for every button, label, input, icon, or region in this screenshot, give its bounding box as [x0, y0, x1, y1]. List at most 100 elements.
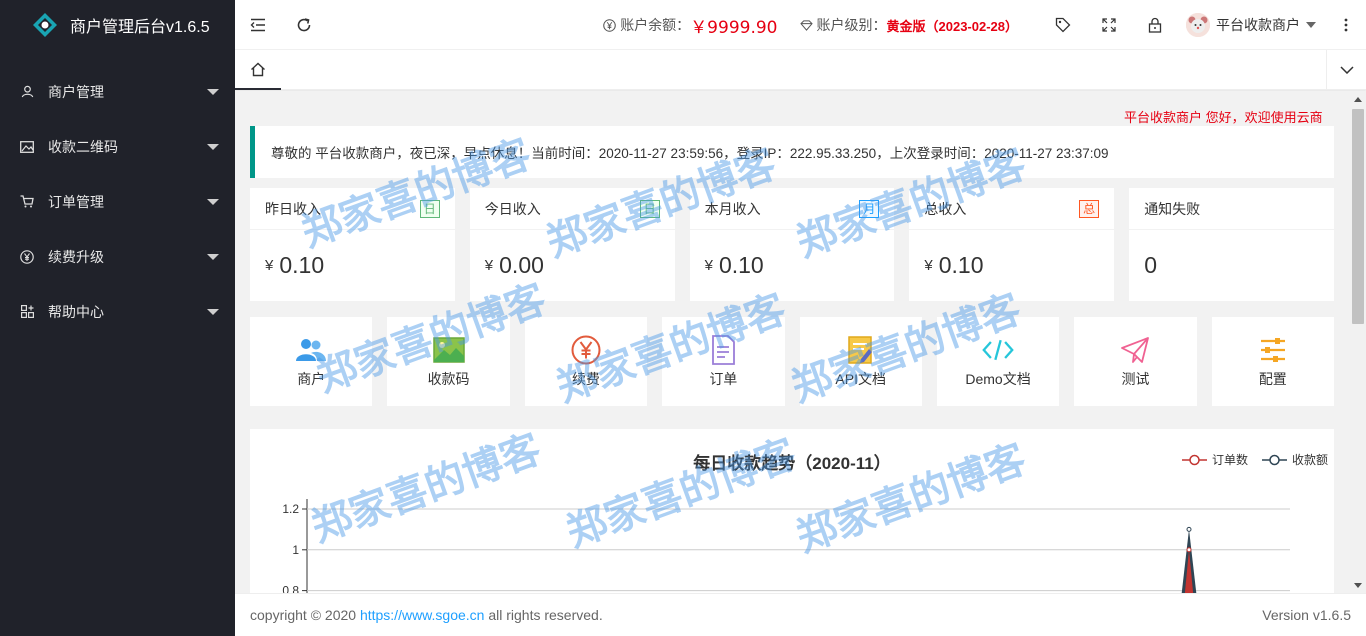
stat-card-total: 总收入 总 ¥0.10: [909, 188, 1115, 301]
legend-label: 收款额: [1291, 453, 1328, 467]
shortcut-qrcode[interactable]: 收款码: [387, 317, 510, 406]
sidebar-item-renew[interactable]: 续费升级: [0, 229, 235, 284]
shortcut-label: Demo文档: [965, 370, 1031, 387]
shortcut-settings[interactable]: 配置: [1211, 317, 1334, 406]
refresh-icon: [297, 17, 311, 31]
tab-bar: [235, 50, 1366, 90]
logo-icon: [32, 12, 58, 38]
shortcut-api-docs[interactable]: API文档: [799, 317, 922, 406]
sidebar-item-label: 订单管理: [48, 193, 104, 210]
account-balance: 账户余额： ￥9999.90: [603, 13, 778, 38]
fullscreen-icon: [1102, 18, 1116, 32]
chevron-down-icon: [207, 253, 219, 260]
user-icon: [20, 85, 34, 99]
cart-icon: [20, 195, 34, 209]
stat-label: 总收入: [924, 200, 967, 217]
stat-label: 通知失败: [1144, 200, 1201, 217]
document-icon: [707, 334, 739, 365]
currency-symbol: ¥: [704, 256, 713, 274]
account-level: 账户级别： 黄金版（2023-02-28）: [799, 15, 1019, 35]
legend-line-marker: [1261, 454, 1287, 465]
chevron-down-icon: [207, 88, 219, 95]
caret-down-icon: [1306, 22, 1316, 28]
copyright: copyright © 2020 https://www.sgoe.cn all…: [250, 607, 603, 623]
shortcut-label: 续费: [571, 370, 600, 387]
shortcut-orders[interactable]: 订单: [662, 317, 785, 406]
stat-badge: 日: [419, 199, 440, 218]
user-menu[interactable]: 平台收款商户: [1178, 13, 1326, 37]
vertical-scrollbar[interactable]: [1350, 91, 1366, 593]
shortcut-renew[interactable]: 续费: [524, 317, 648, 406]
legend-item-orders[interactable]: 订单数: [1181, 451, 1248, 468]
user-name: 平台收款商户: [1216, 17, 1300, 33]
chevron-down-icon: [207, 198, 219, 205]
shortcut-demo-docs[interactable]: Demo文档: [936, 317, 1060, 406]
scroll-thumb[interactable]: [1352, 109, 1364, 324]
legend-item-amount[interactable]: 收款额: [1261, 451, 1328, 468]
shortcut-test[interactable]: 测试: [1074, 317, 1197, 406]
stat-label: 昨日收入: [265, 200, 321, 217]
sidebar-menu: 商户管理 收款二维码 订单管理 续费升级 帮助中心: [0, 64, 235, 339]
welcome-notice: 尊敬的 平台收款商户，夜已深，早点休息！当前时间：2020-11-27 23:5…: [250, 126, 1334, 178]
chevron-down-icon: [207, 308, 219, 315]
users-icon: [295, 335, 327, 365]
refresh-button[interactable]: [281, 0, 327, 50]
yen-circle-icon: [570, 335, 602, 365]
more-options-button[interactable]: [1326, 0, 1366, 50]
level-label: 账户级别：: [816, 17, 887, 33]
tag-icon: [1055, 17, 1071, 33]
chart-title: 每日收款趋势（2020-11）: [693, 454, 891, 473]
shortcut-row: 商户 收款码 续费 订单 API文档 Demo文档 测试 配置: [250, 317, 1334, 406]
fullscreen-button[interactable]: [1086, 0, 1132, 50]
stat-badge: 总: [1079, 199, 1100, 218]
shortcut-label: 订单: [709, 370, 738, 387]
sidebar-item-label: 收款二维码: [48, 138, 118, 155]
sidebar-toggle-button[interactable]: [235, 0, 281, 50]
shortcut-merchant[interactable]: 商户: [250, 317, 373, 406]
balance-label: 账户余额：: [620, 17, 691, 33]
scroll-up-icon[interactable]: [1350, 91, 1366, 107]
tab-options-button[interactable]: [1326, 50, 1366, 90]
lock-icon: [1148, 17, 1162, 33]
stat-value: 0: [1144, 251, 1157, 278]
sidebar-item-label: 商户管理: [48, 83, 104, 100]
sidebar: 商户管理后台v1.6.5 商户管理 收款二维码 订单管理 续费升级 帮助中心: [0, 0, 235, 636]
tag-button[interactable]: [1040, 0, 1086, 50]
top-header: 账户余额： ￥9999.90 账户级别： 黄金版（2023-02-28） 平台收…: [235, 0, 1366, 50]
legend-label: 订单数: [1211, 453, 1248, 467]
sidebar-item-orders[interactable]: 订单管理: [0, 174, 235, 229]
yen-circle-icon: [20, 249, 34, 264]
menu-fold-icon: [250, 18, 265, 31]
trend-chart-card: 1.2 1 0.8 每日收款趋势（2020-11） 订单数 收款额: [250, 429, 1334, 593]
code-icon: [982, 335, 1014, 365]
tab-home[interactable]: [235, 50, 281, 90]
chevron-down-icon: [207, 143, 219, 150]
chevron-down-icon: [1339, 66, 1354, 74]
stat-value: 0.10: [938, 251, 984, 278]
level-value: 黄金版（2023-02-28）: [886, 18, 1019, 34]
diamond-icon: [799, 19, 813, 31]
balance-value: ￥9999.90: [690, 17, 778, 38]
stat-badge: 日: [639, 199, 660, 218]
stat-value: 0.00: [499, 251, 544, 278]
apps-icon: [20, 305, 34, 319]
sidebar-item-qrcode[interactable]: 收款二维码: [0, 119, 235, 174]
shortcut-label: 测试: [1121, 370, 1150, 387]
sliders-icon: [1257, 335, 1289, 365]
site-link[interactable]: https://www.sgoe.cn: [360, 607, 485, 623]
sidebar-item-merchant[interactable]: 商户管理: [0, 64, 235, 119]
image-icon: [20, 140, 34, 154]
scroll-down-icon[interactable]: [1350, 577, 1366, 593]
currency-symbol: ¥: [484, 256, 494, 274]
stat-card-notify-failed: 通知失败 0: [1129, 188, 1334, 301]
stat-label: 今日收入: [484, 200, 541, 217]
logo[interactable]: 商户管理后台v1.6.5: [0, 0, 235, 50]
lock-button[interactable]: [1132, 0, 1178, 50]
avatar-icon: [1186, 13, 1210, 37]
copyright-text: copyright © 2020: [250, 607, 360, 623]
doc-edit-icon: [845, 335, 877, 365]
shortcut-label: 商户: [297, 370, 326, 387]
app-title: 商户管理后台v1.6.5: [70, 19, 210, 36]
sidebar-item-help[interactable]: 帮助中心: [0, 284, 235, 339]
currency-symbol: ¥: [265, 256, 274, 274]
